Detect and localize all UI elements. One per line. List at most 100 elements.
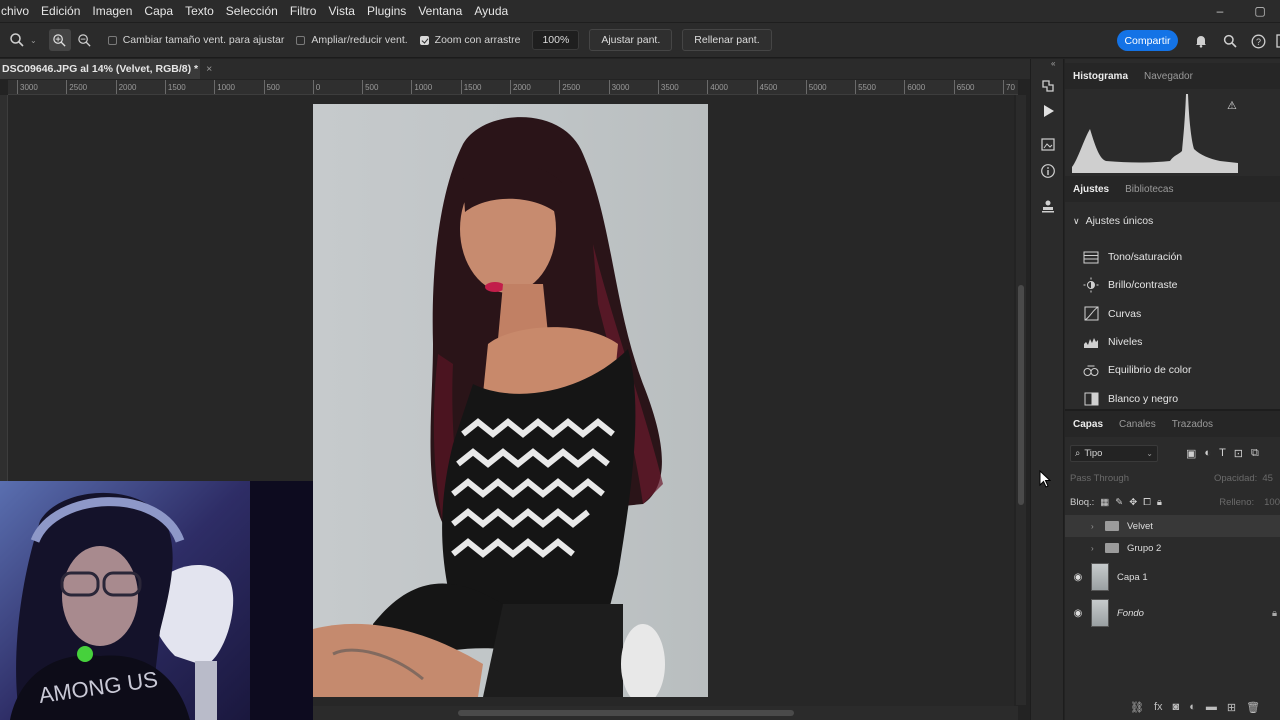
layer-filter-label: Tipo [1084,447,1103,459]
history-icon[interactable] [1038,76,1058,96]
type-filter-icon[interactable]: T [1219,447,1226,460]
document-tab[interactable]: DSC09646.JPG al 14% (Velvet, RGB/8) * × [0,59,212,79]
new-layer-icon[interactable]: ⊞ [1227,701,1236,714]
collapse-panels-icon[interactable]: « [1051,59,1055,68]
tab-adjustments[interactable]: Ajustes [1065,184,1117,195]
visibility-toggle[interactable]: ● [1065,521,1091,532]
expand-chevron-icon[interactable]: › [1091,522,1101,531]
ruler-tick-label: 2500 [66,80,88,94]
ruler-tick-label: 1500 [164,80,186,94]
menu-view[interactable]: Vista [322,4,360,18]
tab-layers[interactable]: Capas [1065,419,1111,430]
layer-style-fx-icon[interactable]: fx [1154,701,1163,714]
layer-thumbnail [1091,599,1109,627]
histogram-warning-icon[interactable]: ⚠ [1227,99,1237,112]
fill-screen-button[interactable]: Rellenar pant. [682,29,772,51]
adjustment-color-balance[interactable]: Equilibrio de color [1083,356,1273,384]
layer-row-grupo-2[interactable]: ● › Grupo 2 [1065,537,1280,559]
menu-filter[interactable]: Filtro [284,4,323,18]
menu-layer[interactable]: Capa [138,4,179,18]
vertical-scroll-thumb[interactable] [1018,285,1024,505]
visibility-toggle[interactable]: ● [1065,543,1091,554]
adjustment-brightness-contrast[interactable]: Brillo/contraste [1083,271,1273,299]
maximize-button[interactable]: ▢ [1240,4,1280,18]
menu-select[interactable]: Selección [220,4,284,18]
opacity-value[interactable]: 45 [1262,473,1273,484]
black-white-icon [1083,392,1099,406]
opacity-label: Opacidad: [1214,472,1258,484]
resize-window-checkbox[interactable]: Cambiar tamaño vent. para ajustar [107,34,284,46]
pixel-filter-icon[interactable]: ▣ [1186,447,1196,460]
tab-histogram[interactable]: Histograma [1065,71,1136,82]
actions-play-icon[interactable] [1038,101,1058,121]
fill-value[interactable]: 100 [1264,497,1280,508]
ruler-tick-label: 4500 [756,80,778,94]
close-tab-icon[interactable]: × [206,63,212,75]
vertical-scrollbar[interactable] [1016,95,1026,705]
layer-row-capa-1[interactable]: ◉ Capa 1 [1065,559,1280,595]
info-icon[interactable] [1038,161,1058,181]
eye-icon[interactable]: ◉ [1065,572,1091,583]
share-button[interactable]: Compartir [1117,30,1178,51]
minimize-button[interactable]: – [1200,4,1240,18]
add-mask-icon[interactable]: ◙ [1173,701,1180,714]
lock-image-brush-icon[interactable]: ✎ [1115,497,1123,508]
notifications-bell-icon[interactable] [1192,32,1210,50]
menu-type[interactable]: Texto [179,4,220,18]
panel-icon-strip: « [1030,59,1064,720]
histogram-chart [1072,94,1238,173]
clone-source-icon[interactable] [1038,196,1058,216]
delete-layer-icon[interactable]: 🗑︎ [1246,701,1260,714]
lock-position-move-icon[interactable]: ✥ [1129,497,1137,508]
color-balance-icon [1083,363,1099,377]
tab-navigator[interactable]: Navegador [1136,71,1201,82]
ruler-tick-label: 1500 [460,80,482,94]
menu-plugins[interactable]: Plugins [361,4,412,18]
fit-screen-button[interactable]: Ajustar pant. [589,29,673,51]
tool-preset-chevron-icon[interactable]: ⌄ [30,36,37,45]
adjustment-filter-icon[interactable]: ◐ [1204,447,1211,460]
new-adjustment-icon[interactable]: ◐ [1189,701,1196,714]
eye-icon[interactable]: ◉ [1065,608,1091,619]
libraries-icon[interactable] [1038,134,1058,154]
zoom-percentage-button[interactable]: 100% [532,30,580,50]
shape-filter-icon[interactable]: ⊡ [1234,447,1243,460]
tab-channels[interactable]: Canales [1111,419,1164,430]
zoom-out-icon[interactable] [74,29,96,51]
tab-libraries[interactable]: Bibliotecas [1117,184,1181,195]
layer-row-velvet[interactable]: ● › Velvet [1065,515,1280,537]
lock-artboard-icon[interactable]: ⧠ [1143,497,1151,508]
layer-filter-select[interactable]: ⌕ Tipo ⌄ [1070,444,1158,462]
horizontal-scroll-thumb[interactable] [458,710,794,716]
hue-saturation-icon [1083,250,1099,264]
blend-mode-select[interactable]: Pass Through [1070,473,1200,484]
link-layers-icon[interactable]: ⛓ [1130,701,1144,714]
adjustment-curves[interactable]: Curvas [1083,300,1273,328]
menu-image[interactable]: Imagen [86,4,138,18]
adjustment-hue-saturation[interactable]: Tono/saturación [1083,243,1273,271]
new-group-icon[interactable]: ▬ [1206,701,1217,714]
expand-chevron-icon[interactable]: › [1091,544,1101,553]
menu-help[interactable]: Ayuda [468,4,514,18]
layer-row-fondo[interactable]: ◉ Fondo 🔒︎ [1065,595,1280,631]
document-photo[interactable] [313,104,708,697]
scrubby-zoom-checkbox[interactable]: Zoom con arrastre [419,34,520,46]
adjustment-levels[interactable]: Niveles [1083,328,1273,356]
search-icon[interactable] [1221,32,1239,50]
zoom-tool-icon[interactable] [6,29,28,51]
menu-window[interactable]: Ventana [412,4,468,18]
layer-thumbnail [1091,563,1109,591]
zoom-in-icon[interactable] [48,29,71,51]
tab-paths[interactable]: Trazados [1164,419,1221,430]
help-icon[interactable]: ? [1249,32,1267,50]
workspace-icon[interactable] [1272,32,1280,50]
mouse-cursor-icon [1039,470,1051,488]
smart-object-filter-icon[interactable]: ⧉ [1251,447,1259,460]
ruler-tick-label: 6500 [953,80,975,94]
zoom-all-windows-checkbox[interactable]: Ampliar/reducir vent. [296,34,408,46]
single-adjustments-header[interactable]: ∨ Ajustes únicos [1073,215,1153,227]
lock-all-icon[interactable]: 🔒︎ [1157,497,1162,508]
menu-file[interactable]: chivo [0,4,35,18]
menu-edit[interactable]: Edición [35,4,86,18]
lock-transparent-icon[interactable]: ▦ [1100,497,1109,508]
